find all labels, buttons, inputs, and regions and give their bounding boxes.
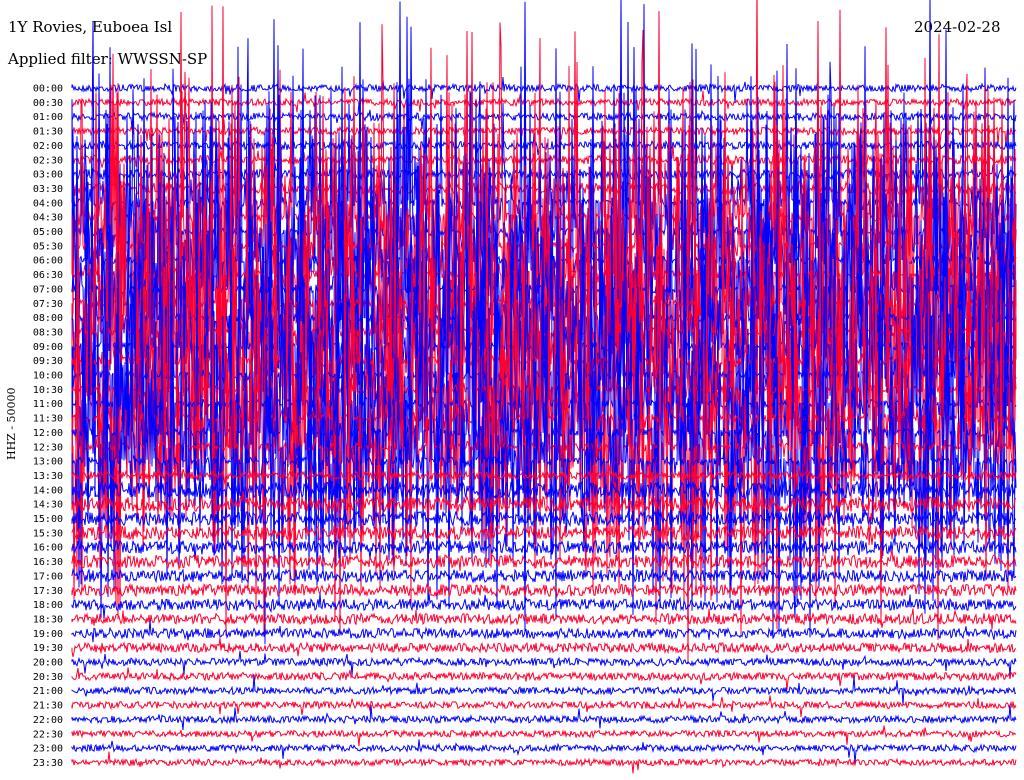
time-tick-label: 04:30 xyxy=(33,213,63,224)
time-tick-label: 07:30 xyxy=(33,299,63,310)
time-tick-label: 15:00 xyxy=(33,514,63,525)
time-tick-label: 21:00 xyxy=(33,686,63,697)
time-tick-label: 21:30 xyxy=(33,701,63,712)
trace-line xyxy=(71,704,1017,731)
time-tick-label: 19:30 xyxy=(33,643,63,654)
trace-line xyxy=(71,674,1017,706)
trace-line xyxy=(71,76,1017,103)
time-tick-label: 05:30 xyxy=(33,241,63,252)
trace-line xyxy=(71,102,1017,130)
time-tick-label: 09:30 xyxy=(33,356,63,367)
time-tick-label: 01:00 xyxy=(33,112,63,123)
time-tick-label: 03:30 xyxy=(33,184,63,195)
trace-line xyxy=(71,650,1017,676)
time-tick-label: 12:30 xyxy=(33,442,63,453)
time-tick-label: 11:00 xyxy=(33,399,63,410)
time-tick-label: 18:00 xyxy=(33,600,63,611)
time-tick-label: 13:00 xyxy=(33,457,63,468)
trace-line xyxy=(71,695,1017,718)
trace-line xyxy=(71,567,1017,584)
time-tick-label: 14:00 xyxy=(33,485,63,496)
time-tick-label: 08:00 xyxy=(33,313,63,324)
time-tick-label: 19:00 xyxy=(33,629,63,640)
time-tick-label: 13:30 xyxy=(33,471,63,482)
trace-line xyxy=(71,725,1017,747)
trace-line xyxy=(71,739,1017,764)
time-tick-label: 02:30 xyxy=(33,155,63,166)
time-tick-label: 22:00 xyxy=(33,715,63,726)
time-tick-label: 03:00 xyxy=(33,170,63,181)
trace-line xyxy=(71,637,1017,658)
time-tick-label: 04:00 xyxy=(33,198,63,209)
trace-group xyxy=(71,0,1017,774)
time-tick-label: 18:30 xyxy=(33,614,63,625)
trace-line xyxy=(71,90,1017,113)
time-tick-label: 10:00 xyxy=(33,371,63,382)
time-tick-label: 00:30 xyxy=(33,98,63,109)
trace-line xyxy=(71,667,1017,690)
time-tick-labels: 00:00 00:30 01:00 01:30 02:00 02:30 03:00 03:30… xyxy=(33,84,63,769)
time-tick-label: 06:30 xyxy=(33,270,63,281)
time-tick-label: 22:30 xyxy=(33,729,63,740)
trace-line xyxy=(71,608,1017,630)
time-tick-label: 10:30 xyxy=(33,385,63,396)
time-tick-label: 23:30 xyxy=(33,758,63,769)
trace-line xyxy=(71,133,1017,160)
time-tick-label: 12:00 xyxy=(33,428,63,439)
trace-line xyxy=(71,619,1017,643)
time-tick-label: 20:30 xyxy=(33,672,63,683)
time-tick-label: 16:30 xyxy=(33,557,63,568)
trace-line xyxy=(71,582,1017,598)
time-tick-label: 11:30 xyxy=(33,414,63,425)
time-tick-label: 20:00 xyxy=(33,658,63,669)
trace-line xyxy=(71,751,1017,774)
time-tick-label: 17:00 xyxy=(33,571,63,582)
time-tick-label: 17:30 xyxy=(33,586,63,597)
time-tick-label: 06:00 xyxy=(33,256,63,267)
time-tick-label: 05:00 xyxy=(33,227,63,238)
seismogram-plot: 00:00 00:30 01:00 01:30 02:00 02:30 03:00 03:30… xyxy=(33,0,1017,774)
time-tick-label: 00:00 xyxy=(33,84,63,95)
time-tick-label: 14:30 xyxy=(33,500,63,511)
time-tick-label: 15:30 xyxy=(33,528,63,539)
time-tick-label: 23:00 xyxy=(33,744,63,755)
time-tick-label: 01:30 xyxy=(33,127,63,138)
time-tick-label: 16:00 xyxy=(33,543,63,554)
time-tick-label: 09:00 xyxy=(33,342,63,353)
time-tick-label: 08:30 xyxy=(33,327,63,338)
time-tick-label: 02:00 xyxy=(33,141,63,152)
time-tick-label: 07:00 xyxy=(33,284,63,295)
